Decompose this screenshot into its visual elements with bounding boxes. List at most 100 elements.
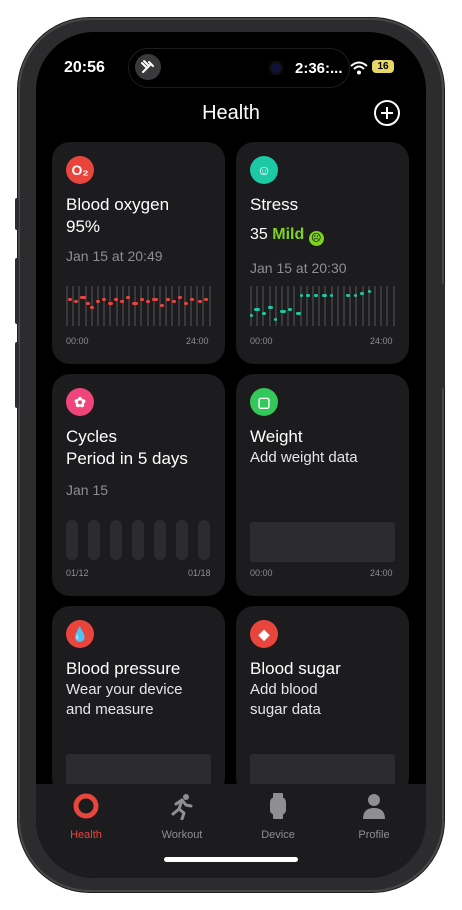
- hour-bar: [202, 286, 205, 326]
- hour-bar: [78, 286, 81, 326]
- blood-oxygen-icon: O₂: [66, 156, 94, 184]
- reading-dot: [268, 306, 273, 309]
- tab-device[interactable]: Device: [238, 792, 318, 841]
- camera-icon: [271, 63, 281, 73]
- card-title: Blood oxygen: [66, 195, 170, 214]
- action-button: [15, 198, 19, 230]
- card-stress[interactable]: ☺ Stress 35 Mild ☹ Jan 15 at 20:30 00:00…: [236, 142, 409, 364]
- hour-bar: [66, 286, 68, 326]
- hour-bar: [324, 286, 327, 326]
- reading-dot: [190, 298, 194, 301]
- hour-bar: [190, 286, 192, 326]
- tab-health[interactable]: Health: [46, 792, 126, 841]
- tab-profile[interactable]: Profile: [334, 792, 414, 841]
- hour-bar: [103, 286, 106, 326]
- tab-label: Workout: [161, 829, 203, 841]
- axis-end: 24:00: [370, 568, 393, 578]
- tab-label: Device: [261, 829, 295, 841]
- hour-bar: [72, 286, 75, 326]
- hour-bar: [281, 286, 283, 326]
- hour-bar: [256, 286, 259, 326]
- card-title: Weight: [250, 427, 303, 446]
- reading-dot: [296, 312, 301, 315]
- axis-end: 24:00: [186, 336, 209, 346]
- wifi-icon: [350, 61, 368, 75]
- cycle-day-bar: [132, 520, 144, 560]
- reading-dot: [368, 290, 371, 293]
- card-cycles[interactable]: ✿ Cycles Period in 5 days Jan 15 01/12 0…: [52, 374, 225, 596]
- watch-icon: [270, 793, 286, 819]
- tools-icon: [135, 54, 161, 80]
- hour-bar: [349, 286, 352, 326]
- reading-dot: [280, 310, 286, 313]
- hour-bar: [121, 286, 124, 326]
- cycle-day-bar: [154, 520, 166, 560]
- cycle-day-bar: [176, 520, 188, 560]
- reading-dot: [288, 308, 292, 311]
- reading-dot: [262, 312, 266, 315]
- reading-dot: [250, 314, 253, 317]
- tab-label: Health: [70, 829, 102, 841]
- reading-dot: [172, 300, 176, 303]
- reading-dot: [146, 300, 150, 303]
- cycle-day-bar: [66, 520, 78, 560]
- oxygen-chart: [66, 286, 212, 326]
- card-blood-oxygen[interactable]: O₂ Blood oxygen 95% Jan 15 at 20:49 00:0…: [52, 142, 225, 364]
- volume-up-button: [15, 258, 19, 324]
- hour-bar: [299, 286, 302, 326]
- hour-bar: [312, 286, 314, 326]
- hour-bar: [208, 286, 211, 326]
- axis-start: 01/12: [66, 568, 89, 578]
- power-button: [441, 284, 445, 388]
- status-time: 20:56: [64, 59, 105, 76]
- bp-subtitle-2: and measure: [66, 701, 154, 718]
- card-title: Blood sugar: [250, 659, 341, 678]
- hour-bar: [152, 286, 155, 326]
- weight-chart-placeholder: [250, 522, 395, 562]
- running-icon: [171, 794, 193, 821]
- tab-workout[interactable]: Workout: [142, 792, 222, 841]
- cycle-day-bar: [198, 520, 210, 560]
- reading-dot: [184, 302, 188, 305]
- hour-bar: [374, 286, 376, 326]
- home-indicator[interactable]: [164, 857, 298, 862]
- person-icon: [363, 794, 385, 819]
- card-title: Blood pressure: [66, 659, 181, 678]
- reading-dot: [178, 296, 182, 299]
- tab-bar: Health Workout Device Profile: [36, 784, 426, 878]
- stress-face-icon: ☺: [250, 156, 278, 184]
- reading-dot: [166, 298, 170, 301]
- dynamic-island[interactable]: 2:36:...: [128, 48, 350, 88]
- cycles-date: Jan 15: [66, 482, 109, 498]
- reading-dot: [102, 298, 106, 301]
- card-title: Cycles: [66, 427, 118, 446]
- add-button[interactable]: [374, 100, 400, 126]
- sugar-subtitle-2: sugar data: [250, 701, 321, 718]
- card-weight[interactable]: ▢ Weight Add weight data 00:00 24:00: [236, 374, 409, 596]
- hour-bar: [134, 286, 137, 326]
- mild-face-icon: ☹: [308, 231, 324, 246]
- oxygen-date: Jan 15 at 20:49: [66, 248, 163, 264]
- sugar-subtitle-1: Add blood: [250, 681, 318, 698]
- card-blood-sugar[interactable]: ◆ Blood sugar Add blood sugar data: [236, 606, 409, 796]
- reading-dot: [322, 294, 327, 297]
- reading-dot: [274, 318, 277, 321]
- stress-chart: [250, 286, 396, 326]
- card-title: Stress: [250, 195, 299, 214]
- reading-dot: [120, 300, 124, 303]
- reading-dot: [330, 294, 333, 297]
- card-blood-pressure[interactable]: 💧 Blood pressure Wear your device and me…: [52, 606, 225, 796]
- battery-icon: 16: [372, 60, 394, 73]
- hour-bar: [287, 286, 290, 326]
- hour-bar: [262, 286, 265, 326]
- axis-start: 00:00: [250, 568, 273, 578]
- hour-bar: [177, 286, 180, 326]
- bp-subtitle-1: Wear your device: [66, 681, 183, 698]
- weight-subtitle: Add weight data: [250, 449, 358, 466]
- reading-dot: [132, 302, 138, 305]
- reading-dot: [306, 294, 310, 297]
- hour-bar: [171, 286, 174, 326]
- tab-label: Profile: [358, 829, 390, 841]
- axis-start: 00:00: [250, 336, 273, 346]
- cycles-subtitle: Period in 5 days: [66, 449, 188, 468]
